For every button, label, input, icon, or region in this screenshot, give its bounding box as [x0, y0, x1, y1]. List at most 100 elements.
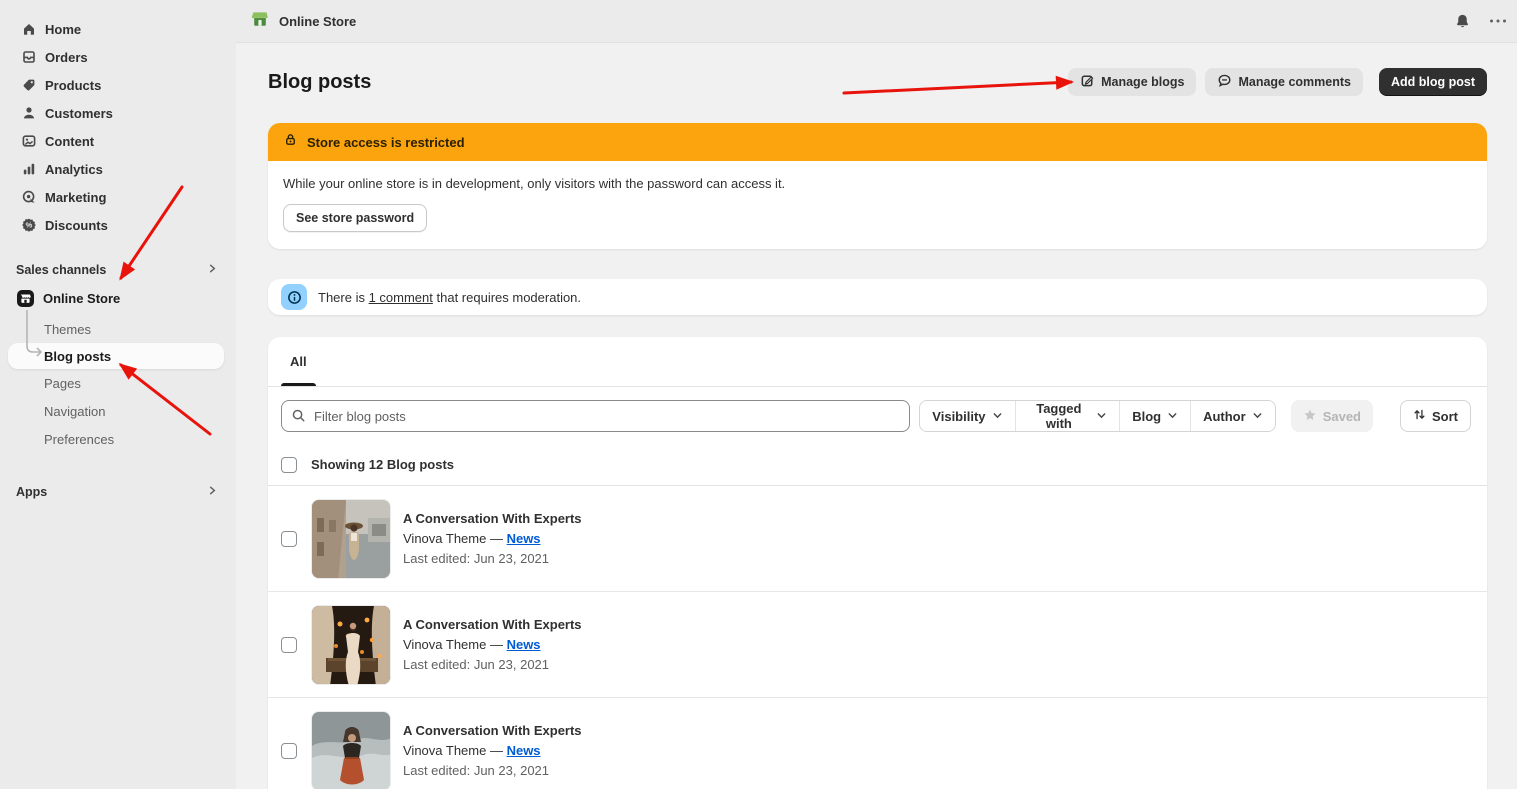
- search-icon: [291, 408, 306, 428]
- preferences-label: Preferences: [44, 432, 114, 447]
- post-last-edited: Last edited: Jun 23, 2021: [403, 761, 582, 781]
- main-content: Blog posts Manage blogs Manage comments …: [236, 44, 1517, 789]
- sidebar-item-themes[interactable]: Themes: [0, 315, 236, 343]
- add-blog-post-button[interactable]: Add blog post: [1379, 68, 1487, 96]
- blog-posts-card: All Visibility Tagged with: [268, 337, 1487, 789]
- sidebar-item-online-store[interactable]: Online Store: [0, 283, 236, 313]
- pages-label: Pages: [44, 376, 81, 391]
- chevron-down-icon: [1252, 409, 1263, 424]
- visibility-dropdown[interactable]: Visibility: [920, 401, 1015, 431]
- post-theme-label: Vinova Theme —: [403, 637, 507, 652]
- post-last-edited: Last edited: Jun 23, 2021: [403, 549, 582, 569]
- post-title: A Conversation With Experts: [403, 615, 582, 635]
- tab-all-label: All: [290, 354, 307, 369]
- filter-blog-posts-input[interactable]: [281, 400, 910, 432]
- chevron-right-icon: [207, 483, 218, 501]
- tab-all[interactable]: All: [281, 337, 316, 386]
- tagged-with-dropdown[interactable]: Tagged with: [1016, 401, 1121, 431]
- topbar-title: Online Store: [279, 14, 356, 29]
- store-access-banner: Store access is restricted While your on…: [268, 123, 1487, 249]
- list-summary-label: Showing 12 Blog posts: [311, 457, 454, 472]
- moderation-suffix: that requires moderation.: [433, 290, 581, 305]
- post-thumbnail: [311, 605, 391, 685]
- sales-channels-label: Sales channels: [16, 263, 106, 277]
- content-icon: [20, 133, 37, 150]
- moderation-prefix: There is: [318, 290, 369, 305]
- banner-header: Store access is restricted: [268, 123, 1487, 161]
- sidebar-item-marketing[interactable]: Marketing: [0, 183, 236, 211]
- post-last-edited: Last edited: Jun 23, 2021: [403, 655, 582, 675]
- filter-row: Visibility Tagged with Blog Author: [268, 387, 1487, 444]
- author-dropdown[interactable]: Author: [1191, 401, 1275, 431]
- discounts-icon: %: [20, 217, 37, 234]
- sidebar-item-orders[interactable]: Orders: [0, 43, 236, 71]
- page-title: Blog posts: [268, 71, 371, 94]
- topbar: Online Store: [236, 0, 1517, 43]
- visibility-label: Visibility: [932, 409, 985, 424]
- sidebar-item-discounts[interactable]: % Discounts: [0, 211, 236, 239]
- chevron-right-icon: [207, 261, 218, 279]
- sort-button[interactable]: Sort: [1400, 400, 1471, 432]
- topbar-breadcrumb[interactable]: Online Store: [250, 9, 356, 34]
- sidebar-item-preferences[interactable]: Preferences: [0, 425, 236, 453]
- blog-post-row[interactable]: A Conversation With Experts Vinova Theme…: [268, 592, 1487, 698]
- sidebar-item-pages[interactable]: Pages: [0, 369, 236, 397]
- sidebar-item-label: Content: [45, 134, 94, 149]
- blog-dropdown[interactable]: Blog: [1120, 401, 1191, 431]
- see-store-password-label: See store password: [296, 211, 414, 225]
- sidebar-item-analytics[interactable]: Analytics: [0, 155, 236, 183]
- sidebar-item-blog-posts[interactable]: Blog posts: [8, 343, 224, 369]
- row-checkbox[interactable]: [281, 743, 297, 759]
- tagged-with-label: Tagged with: [1028, 401, 1091, 431]
- home-icon: [20, 21, 37, 38]
- orders-icon: [20, 49, 37, 66]
- sidebar-item-navigation[interactable]: Navigation: [0, 397, 236, 425]
- manage-blogs-button[interactable]: Manage blogs: [1068, 68, 1196, 96]
- online-store-icon: [16, 289, 35, 308]
- more-options-ellipsis-icon[interactable]: [1487, 16, 1509, 26]
- row-checkbox[interactable]: [281, 531, 297, 547]
- news-blog-link[interactable]: News: [507, 743, 541, 758]
- author-label: Author: [1203, 409, 1246, 424]
- comment-bubble-icon: [1217, 73, 1232, 91]
- banner-body-text: While your online store is in developmen…: [283, 176, 1472, 191]
- sidebar-item-products[interactable]: Products: [0, 71, 236, 99]
- row-checkbox[interactable]: [281, 637, 297, 653]
- sort-arrows-icon: [1413, 408, 1426, 424]
- moderation-info-banner: There is 1 comment that requires moderat…: [268, 279, 1487, 315]
- sidebar-item-label: Discounts: [45, 218, 108, 233]
- notifications-bell-icon[interactable]: [1452, 11, 1473, 32]
- sidebar-item-content[interactable]: Content: [0, 127, 236, 155]
- navigation-label: Navigation: [44, 404, 105, 419]
- news-blog-link[interactable]: News: [507, 531, 541, 546]
- one-comment-link[interactable]: 1 comment: [369, 290, 433, 305]
- blog-post-row[interactable]: A Conversation With Experts Vinova Theme…: [268, 486, 1487, 592]
- sidebar-section-apps[interactable]: Apps: [0, 479, 236, 505]
- see-store-password-button[interactable]: See store password: [283, 204, 427, 232]
- apps-label: Apps: [16, 485, 47, 499]
- add-blog-post-label: Add blog post: [1391, 75, 1475, 89]
- sidebar-item-home[interactable]: Home: [0, 15, 236, 43]
- page-header: Blog posts Manage blogs Manage comments …: [268, 68, 1487, 96]
- chevron-down-icon: [992, 409, 1003, 424]
- svg-text:%: %: [25, 221, 32, 230]
- news-blog-link[interactable]: News: [507, 637, 541, 652]
- manage-comments-label: Manage comments: [1238, 75, 1351, 89]
- products-icon: [20, 77, 37, 94]
- saved-button[interactable]: Saved: [1291, 400, 1373, 432]
- post-meta: Vinova Theme — News: [403, 635, 582, 655]
- sort-label: Sort: [1432, 409, 1458, 424]
- post-meta: Vinova Theme — News: [403, 529, 582, 549]
- sidebar-item-customers[interactable]: Customers: [0, 99, 236, 127]
- blog-post-row[interactable]: A Conversation With Experts Vinova Theme…: [268, 698, 1487, 789]
- sidebar-item-label: Analytics: [45, 162, 103, 177]
- sidebar-item-label: Products: [45, 78, 101, 93]
- post-title: A Conversation With Experts: [403, 509, 582, 529]
- select-all-checkbox[interactable]: [281, 457, 297, 473]
- marketing-icon: [20, 189, 37, 206]
- lock-icon: [283, 132, 298, 152]
- manage-comments-button[interactable]: Manage comments: [1205, 68, 1363, 96]
- search-box: [281, 400, 910, 432]
- sidebar: Home Orders Products Customers Content A…: [0, 0, 236, 789]
- sidebar-section-sales-channels[interactable]: Sales channels: [0, 257, 236, 283]
